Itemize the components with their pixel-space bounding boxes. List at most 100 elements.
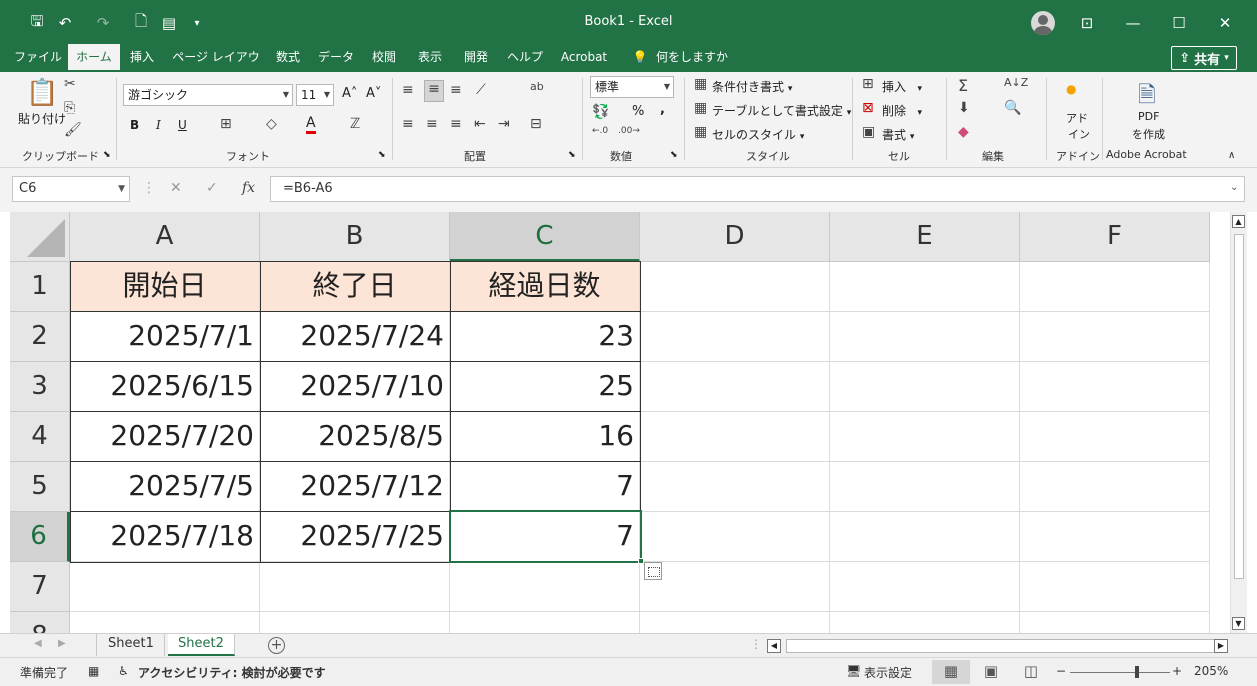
paste-button[interactable]: 貼り付け: [18, 110, 66, 127]
ribbon-display-icon[interactable]: ⊡: [1069, 8, 1105, 38]
cell-e1[interactable]: [830, 262, 1020, 312]
cell-f3[interactable]: [1020, 362, 1210, 412]
accessibility-status[interactable]: アクセシビリティ: 検討が必要です: [138, 664, 326, 681]
row-header-5[interactable]: 5: [10, 462, 70, 512]
cell-b3[interactable]: 2025/7/10: [260, 362, 450, 412]
cell-f5[interactable]: [1020, 462, 1210, 512]
prev-sheet-icon[interactable]: ◀: [34, 638, 42, 649]
currency-icon[interactable]: 💱: [592, 104, 609, 120]
close-button[interactable]: ✕: [1207, 8, 1243, 38]
account-avatar[interactable]: [1031, 11, 1055, 35]
row-header-4[interactable]: 4: [10, 412, 70, 462]
align-bottom-icon[interactable]: ≡: [450, 82, 462, 98]
align-middle-icon[interactable]: ≡: [424, 80, 444, 102]
tab-view[interactable]: 表示: [410, 44, 450, 72]
tell-me-search[interactable]: 何をしますか: [652, 44, 732, 72]
quick-analysis-icon[interactable]: [644, 562, 662, 580]
font-color-button[interactable]: A: [306, 116, 316, 134]
cell-e7[interactable]: [830, 562, 1020, 612]
normal-view-button[interactable]: ▦: [932, 660, 970, 684]
phonetic-icon[interactable]: ℤ: [350, 116, 360, 132]
column-header-c[interactable]: C: [450, 212, 640, 262]
cell-a2[interactable]: 2025/7/1: [70, 312, 260, 362]
scroll-down-icon[interactable]: ▼: [1232, 617, 1245, 630]
font-name-select[interactable]: 游ゴシック ▼: [123, 84, 293, 106]
scroll-left-icon[interactable]: ◀: [767, 639, 781, 653]
tab-page-layout[interactable]: ページ レイアウト: [168, 44, 264, 90]
save-icon[interactable]: 🖫: [26, 12, 48, 34]
cell-a1[interactable]: 開始日: [70, 262, 260, 312]
cell-b4[interactable]: 2025/8/5: [260, 412, 450, 462]
cell-f2[interactable]: [1020, 312, 1210, 362]
align-right-icon[interactable]: ≡: [450, 116, 462, 132]
expand-formula-bar-icon[interactable]: ⌄: [1230, 182, 1238, 193]
tab-developer[interactable]: 開発: [456, 44, 496, 72]
maximize-button[interactable]: ☐: [1161, 8, 1197, 38]
create-pdf-line1[interactable]: PDF: [1138, 110, 1159, 123]
row-header-8[interactable]: 8: [10, 612, 70, 633]
fill-icon[interactable]: ⬇: [958, 100, 970, 116]
next-sheet-icon[interactable]: ▶: [58, 638, 66, 649]
decrease-decimal-icon[interactable]: .00→: [618, 126, 640, 136]
cell-d7[interactable]: [640, 562, 830, 612]
name-box[interactable]: C6 ▼: [12, 176, 130, 202]
new-file-icon[interactable]: 🗋: [130, 12, 152, 34]
page-break-view-button[interactable]: ◫: [1012, 660, 1050, 684]
alignment-launcher-icon[interactable]: ⬊: [568, 150, 576, 160]
cell-f6[interactable]: [1020, 512, 1210, 562]
clipboard-launcher-icon[interactable]: ⬊: [103, 150, 111, 160]
zoom-slider-track[interactable]: [1070, 672, 1170, 673]
cell-f8[interactable]: [1020, 612, 1210, 633]
cell-a8[interactable]: [70, 612, 260, 633]
cancel-entry-button[interactable]: ✕: [170, 180, 182, 196]
tab-help[interactable]: ヘルプ: [502, 44, 548, 72]
cell-e5[interactable]: [830, 462, 1020, 512]
cell-b7[interactable]: [260, 562, 450, 612]
cell-a3[interactable]: 2025/6/15: [70, 362, 260, 412]
font-launcher-icon[interactable]: ⬊: [378, 150, 386, 160]
cell-c4[interactable]: 16: [450, 412, 640, 462]
sheet-tab-sheet1[interactable]: Sheet1: [98, 634, 165, 656]
confirm-entry-button[interactable]: ✓: [206, 180, 218, 196]
cell-f4[interactable]: [1020, 412, 1210, 462]
form-icon[interactable]: ▤: [158, 12, 180, 34]
scroll-right-icon[interactable]: ▶: [1214, 639, 1228, 653]
cell-b8[interactable]: [260, 612, 450, 633]
tab-insert[interactable]: 挿入: [124, 44, 160, 72]
cell-e4[interactable]: [830, 412, 1020, 462]
font-size-select[interactable]: 11 ▼: [296, 84, 334, 106]
paste-icon[interactable]: 📋: [26, 78, 58, 108]
tab-splitter-icon[interactable]: ⋮: [750, 637, 762, 651]
align-top-icon[interactable]: ≡: [402, 82, 414, 98]
cell-c3[interactable]: 25: [450, 362, 640, 412]
percent-button[interactable]: %: [632, 104, 644, 119]
cell-a7[interactable]: [70, 562, 260, 612]
increase-indent-icon[interactable]: ⇥: [498, 116, 510, 132]
clear-icon[interactable]: ◆: [958, 124, 969, 140]
add-ins-icon[interactable]: ●: [1066, 82, 1076, 96]
shrink-font-button[interactable]: A˅: [366, 86, 381, 101]
accessibility-icon[interactable]: ♿: [118, 664, 129, 678]
delete-cells-button[interactable]: 削除 ▾: [882, 102, 922, 119]
zoom-in-button[interactable]: +: [1172, 664, 1182, 678]
cell-c6[interactable]: 7: [450, 512, 640, 562]
add-ins-button-line2[interactable]: イン: [1068, 126, 1090, 142]
column-header-d[interactable]: D: [640, 212, 830, 262]
orientation-icon[interactable]: ⟋: [476, 82, 486, 98]
sheet-tab-sheet2[interactable]: Sheet2: [168, 634, 235, 656]
cell-b6[interactable]: 2025/7/25: [260, 512, 450, 562]
column-header-a[interactable]: A: [70, 212, 260, 262]
select-all-button[interactable]: [10, 212, 70, 262]
number-launcher-icon[interactable]: ⬊: [670, 150, 678, 160]
vertical-scroll-thumb[interactable]: [1234, 234, 1244, 579]
zoom-slider-thumb[interactable]: [1135, 666, 1139, 678]
tab-acrobat[interactable]: Acrobat: [554, 44, 614, 72]
collapse-ribbon-icon[interactable]: ∧: [1228, 150, 1235, 161]
fill-color-icon[interactable]: ◇: [266, 116, 277, 132]
vertical-scrollbar[interactable]: ▲ ▼: [1230, 212, 1247, 633]
decrease-indent-icon[interactable]: ⇤: [474, 116, 486, 132]
worksheet-grid[interactable]: A B C D E F 1 2 3 4 5 6 7 8 開始日 終了日 経過日数…: [10, 212, 1230, 633]
add-ins-button-line1[interactable]: アド: [1066, 110, 1088, 126]
share-button[interactable]: ⇪ 共有 ▾: [1171, 46, 1237, 70]
cell-d8[interactable]: [640, 612, 830, 633]
